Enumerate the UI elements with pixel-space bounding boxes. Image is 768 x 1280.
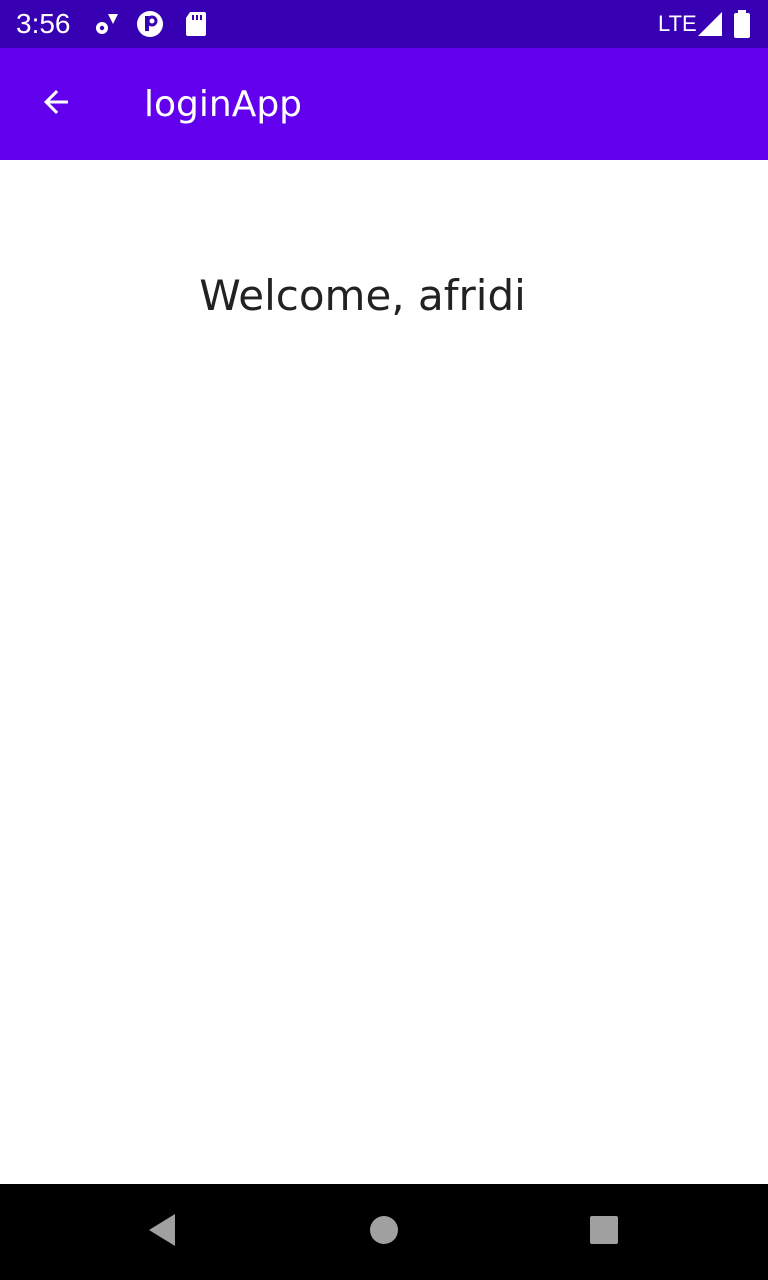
arrow-back-icon (38, 84, 74, 124)
nav-home-button[interactable] (360, 1208, 408, 1256)
welcome-message: Welcome, afridi (199, 271, 526, 320)
system-navigation-bar (0, 1184, 768, 1280)
nav-back-button[interactable] (138, 1208, 186, 1256)
network-type-label: LTE (658, 11, 697, 36)
battery-icon (732, 10, 752, 38)
signal-icon (696, 10, 724, 38)
status-bar: 3:56 LTE (0, 0, 768, 48)
settings-cog-icon (92, 10, 120, 38)
app-bar: loginApp (0, 48, 768, 160)
vpn-key-icon (136, 10, 164, 38)
sd-card-icon (182, 10, 210, 38)
main-content: Welcome, afridi (0, 160, 768, 1184)
back-triangle-icon (145, 1212, 179, 1252)
status-time: 3:56 (16, 8, 71, 39)
back-button[interactable] (24, 72, 88, 136)
nav-recents-button[interactable] (580, 1208, 628, 1256)
recents-square-icon (589, 1215, 619, 1249)
app-title: loginApp (144, 84, 303, 125)
home-circle-icon (368, 1214, 400, 1250)
